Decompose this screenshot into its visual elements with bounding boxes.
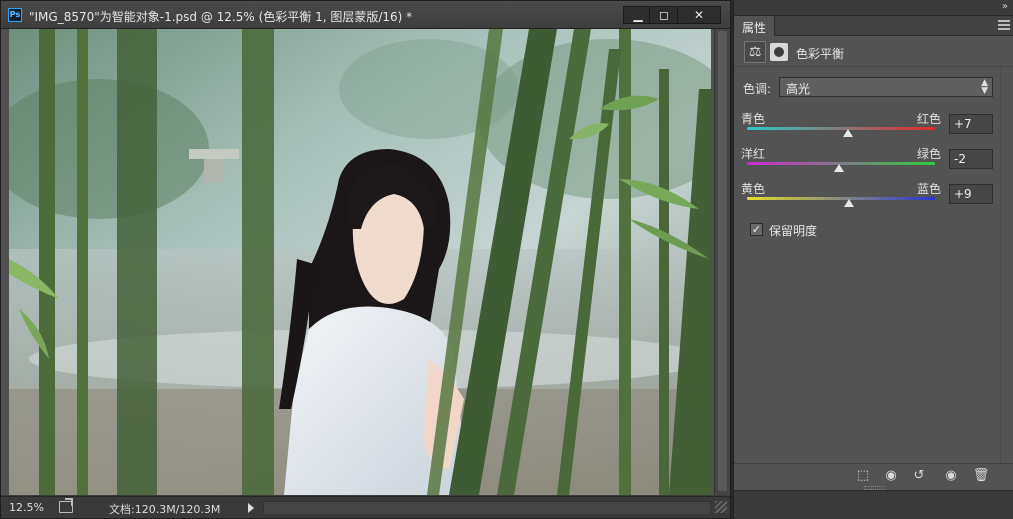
document-title: "IMG_8570"为智能对象-1.psd @ 12.5% (色彩平衡 1, 图… [29, 10, 413, 24]
collapse-icon[interactable]: » [1002, 1, 1008, 12]
photo-canvas[interactable] [9, 29, 711, 495]
share-icon[interactable] [59, 501, 73, 513]
yellow-blue-track[interactable] [747, 197, 935, 200]
properties-panel: » 属性 ⚖ 色彩平衡 色调: 高光 ▲ ▼ 青色 红色 +7 洋红 绿色 -2 … [733, 0, 1013, 519]
color-balance-icon[interactable]: ⚖ [744, 41, 766, 63]
panel-bottom-area [734, 490, 1013, 519]
cyan-red-slider-row: 青色 红色 +7 [734, 110, 1013, 150]
canvas-vertical-scrollbar[interactable] [714, 29, 730, 495]
magenta-green-value-input[interactable]: -2 [949, 149, 993, 169]
document-window: Ps "IMG_8570"为智能对象-1.psd @ 12.5% (色彩平衡 1… [0, 0, 731, 519]
preserve-luminosity-label[interactable]: 保留明度 [769, 222, 817, 239]
vertical-scroll-thumb[interactable] [718, 31, 727, 491]
status-bar: 12.5% 文档:120.3M/120.3M [1, 496, 730, 518]
adjustment-header: ⚖ 色彩平衡 [734, 37, 1013, 67]
magenta-green-thumb[interactable] [834, 164, 845, 172]
canvas-horizontal-scrollbar[interactable] [263, 501, 711, 515]
delete-icon[interactable]: 🗑 [970, 467, 992, 485]
view-previous-icon[interactable]: ◉ [880, 467, 902, 485]
status-menu-arrow-icon[interactable] [248, 503, 254, 513]
panel-scrollbar[interactable] [1000, 68, 1012, 462]
reset-icon[interactable]: ↺ [908, 467, 930, 485]
tone-label: 色调: [743, 82, 772, 96]
preserve-luminosity-checkbox[interactable]: ✓ [750, 223, 763, 236]
panel-tabbar: 属性 [734, 16, 1013, 36]
panel-menu-icon[interactable] [998, 20, 1010, 30]
photoshop-logo-icon: Ps [8, 8, 22, 22]
tab-properties[interactable]: 属性 [734, 16, 776, 36]
canvas-area[interactable] [1, 29, 730, 495]
clip-to-layer-icon[interactable]: ⬚ [852, 467, 874, 485]
adjustment-title: 色彩平衡 [796, 47, 845, 61]
maximize-button[interactable]: ◻ [649, 6, 679, 24]
slider-label-yellow: 黄色 [741, 182, 766, 196]
cyan-red-track[interactable] [747, 127, 935, 130]
slider-label-green: 绿色 [917, 147, 942, 161]
yellow-blue-thumb[interactable] [844, 199, 855, 207]
yellow-blue-slider-row: 黄色 蓝色 +9 [734, 180, 1013, 220]
cyan-red-value-input[interactable]: +7 [949, 114, 993, 134]
slider-label-magenta: 洋红 [741, 147, 766, 161]
cyan-red-thumb[interactable] [842, 129, 853, 137]
zoom-level[interactable]: 12.5% [9, 501, 44, 514]
slider-label-blue: 蓝色 [917, 182, 942, 196]
resize-grip-icon[interactable] [715, 501, 727, 513]
tone-select[interactable]: 高光 ▲ ▼ [779, 77, 993, 97]
tone-select-value: 高光 [786, 82, 811, 96]
photo-image [9, 29, 711, 495]
document-titlebar[interactable]: Ps "IMG_8570"为智能对象-1.psd @ 12.5% (色彩平衡 1… [1, 1, 730, 29]
document-size: 文档:120.3M/120.3M [109, 503, 221, 516]
select-arrows-icon: ▲ ▼ [981, 78, 988, 96]
panel-footer: ⬚ ◉ ↺ ◉ 🗑 [734, 463, 1013, 487]
slider-label-red: 红色 [917, 112, 942, 126]
magenta-green-slider-row: 洋红 绿色 -2 [734, 145, 1013, 185]
visibility-icon[interactable]: ◉ [940, 467, 962, 485]
yellow-blue-value-input[interactable]: +9 [949, 184, 993, 204]
slider-label-cyan: 青色 [741, 112, 766, 126]
layer-mask-icon[interactable] [770, 43, 788, 61]
close-button[interactable]: ✕ [677, 6, 721, 24]
panel-collapse-bar[interactable]: » [734, 0, 1013, 16]
